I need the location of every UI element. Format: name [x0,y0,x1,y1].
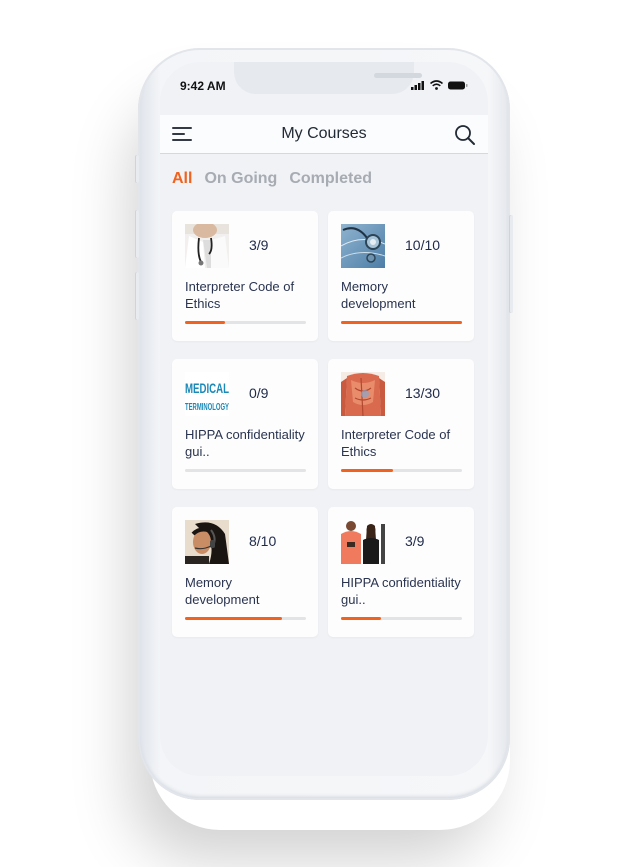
course-progress-count: 3/9 [405,533,425,549]
notch [234,62,422,94]
progress-bar [341,321,462,324]
tab-completed[interactable]: Completed [289,170,372,188]
course-title: Memory development [341,279,416,311]
progress-bar [185,469,306,472]
side-button-volume-up [135,210,139,258]
course-title: Memory development [185,575,260,607]
tab-on-going[interactable]: On Going [204,170,277,188]
people-talking-image [341,520,385,564]
battery-icon [448,81,468,89]
course-card[interactable]: MEDICAL TERMINOLOGY 0/9 HIPPA confidentia… [172,359,318,489]
progress-fill [341,321,462,324]
course-title: Interpreter Code of Ethics [341,427,451,459]
course-grid: 3/9 Interpreter Code of Ethics 10/10 Mem… [172,211,474,637]
app-header: My Courses [160,115,488,154]
course-card[interactable]: 13/30 Interpreter Code of Ethics [328,359,474,489]
search-icon[interactable] [454,124,476,146]
course-filter-tabs: All On Going Completed [172,170,372,188]
course-title: HIPPA confidentiality gui.. [341,575,461,607]
course-title: HIPPA confidentiality gui.. [185,427,305,459]
course-card[interactable]: 10/10 Memory development [328,211,474,341]
headset-woman-image [185,520,229,564]
status-time: 9:42 AM [180,79,226,93]
progress-bar [185,321,306,324]
thumb-text-line1: MEDICAL [185,380,229,396]
thumb-text-line2: TERMINOLOGY [185,402,229,413]
page-title: My Courses [281,125,367,142]
side-button-power [509,215,513,313]
progress-fill [341,617,382,620]
course-progress-count: 13/30 [405,385,441,401]
course-card[interactable]: 8/10 Memory development [172,507,318,637]
anatomy-image [341,372,385,416]
course-card[interactable]: 3/9 Interpreter Code of Ethics [172,211,318,341]
course-progress-count: 10/10 [405,237,441,253]
progress-fill [185,321,226,324]
phone-screen: 9:42 AM My Courses All On Going Complete… [160,62,488,776]
side-button-silent [135,155,139,183]
wifi-icon [430,80,443,90]
progress-fill [185,617,282,620]
speaker [374,73,422,78]
course-progress-count: 8/10 [249,533,277,549]
signal-icon [411,80,424,90]
stethoscope-blue-image [341,224,385,268]
doctor-stethoscope-image [185,224,229,268]
progress-bar [341,469,462,472]
medical-terminology-image: MEDICAL TERMINOLOGY [185,372,229,416]
course-progress-count: 0/9 [249,385,269,401]
course-progress-count: 3/9 [249,237,269,253]
tab-all[interactable]: All [172,170,192,188]
course-title: Interpreter Code of Ethics [185,279,295,311]
side-button-volume-down [135,272,139,320]
status-icons [411,80,468,90]
course-card[interactable]: 3/9 HIPPA confidentiality gui.. [328,507,474,637]
progress-fill [341,469,394,472]
progress-bar [185,617,306,620]
progress-bar [341,617,462,620]
